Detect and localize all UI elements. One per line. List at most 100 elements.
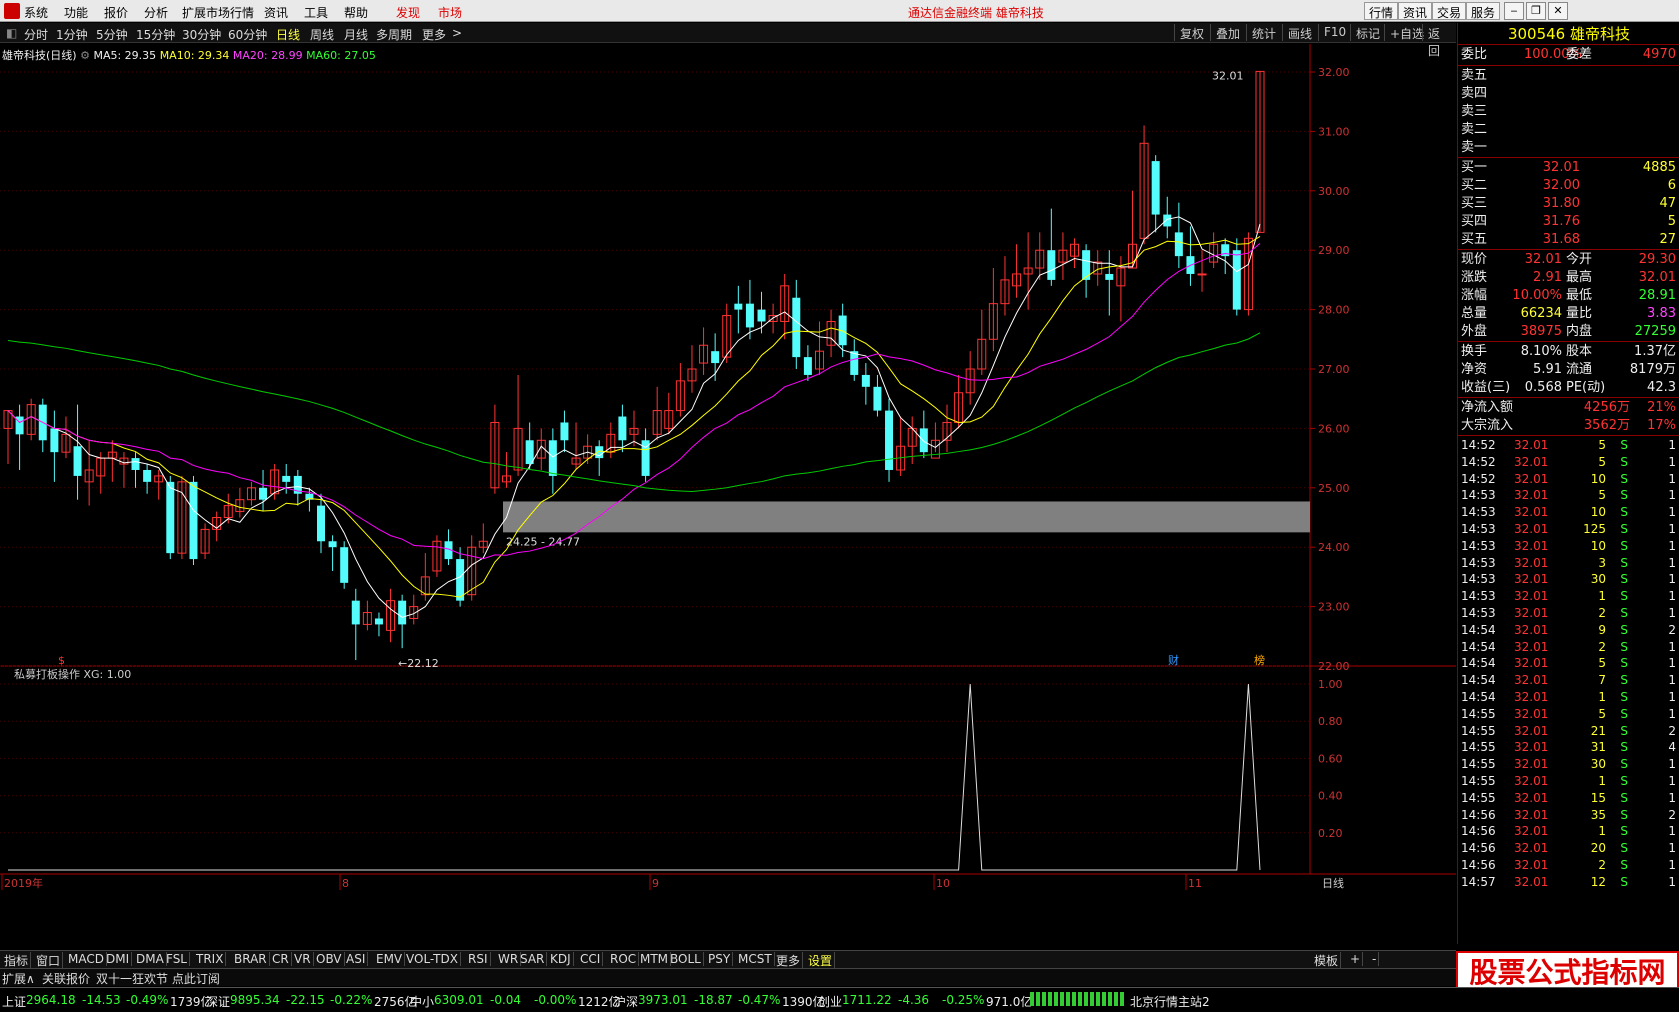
menu-analysis[interactable]: 分析 [144, 4, 168, 21]
promo-link[interactable]: 双十一狂欢节 点此订阅 [96, 970, 220, 987]
tool-mark[interactable]: 标记 [1350, 24, 1385, 41]
stat-row: 外盘 38975 内盘 27259 [1458, 323, 1679, 341]
period-multi[interactable]: 多周期 [376, 26, 412, 43]
stat-value: 8.10% [1520, 344, 1562, 359]
indicator-tab-6[interactable]: TRIX [194, 952, 227, 966]
indicator-tool-1[interactable]: + [1348, 952, 1364, 966]
tool-adjust[interactable]: 复权 [1174, 24, 1209, 41]
buy-volume: 6 [1667, 178, 1676, 193]
tick-side: S [1620, 740, 1628, 755]
menu-function[interactable]: 功能 [64, 4, 88, 21]
extend-toggle[interactable]: 扩展∧ [2, 970, 35, 987]
indicator-tick-label: 0.20 [1318, 827, 1343, 840]
flow-row: 大宗流入 3562万 17% [1458, 417, 1679, 435]
indicator-tab-10[interactable]: OBV [314, 952, 345, 966]
btn-trade[interactable]: 交易 [1432, 2, 1467, 20]
btn-service[interactable]: 服务 [1466, 2, 1501, 20]
tool-back[interactable]: 返回 [1422, 24, 1456, 58]
indicator-tab-19[interactable]: ROC [608, 952, 640, 966]
webi-row: 委比 100.00% 委差 4970 [1458, 46, 1679, 64]
restore-icon[interactable]: ❐ [1526, 2, 1546, 20]
sidebar-toggle-icon[interactable]: ◧ [6, 26, 17, 40]
indicator-tab-17[interactable]: KDJ [548, 952, 574, 966]
btn-quote[interactable]: 行情 [1364, 2, 1399, 20]
chevron-right-icon[interactable]: > [452, 26, 462, 40]
indicator-tab-3[interactable]: DMI [104, 952, 133, 966]
tick-side: S [1620, 690, 1628, 704]
tick-price: 32.01 [1514, 757, 1549, 772]
indicator-tool-0[interactable]: 模板 [1312, 952, 1342, 969]
period-tick[interactable]: 分时 [24, 26, 48, 43]
indicator-tab-0[interactable]: 指标 [2, 952, 32, 969]
menu-tools[interactable]: 工具 [304, 4, 328, 21]
indicator-tab-12[interactable]: EMV [374, 952, 406, 966]
sell-label: 卖五 [1461, 68, 1488, 83]
period-15m[interactable]: 15分钟 [136, 26, 175, 43]
menu-market[interactable]: 市场 [438, 4, 462, 21]
indicator-tab-2[interactable]: MACD [66, 952, 107, 966]
indicator-tab-20[interactable]: MTM [638, 952, 672, 966]
chart-title: 雄帝科技(日线) [2, 49, 77, 62]
chart-area[interactable]: 32.00 31.00 30.00 29.00 28.00 27.00 26.00 25.00… [0, 44, 1456, 944]
close-icon[interactable]: ✕ [1548, 2, 1568, 20]
period-daily[interactable]: 日线 [276, 26, 300, 43]
indicator-tab-9[interactable]: VR [292, 952, 314, 966]
indicator-tab-11[interactable]: ASI [344, 952, 369, 966]
period-more[interactable]: 更多 [422, 26, 446, 43]
tick-side: S [1620, 790, 1628, 805]
tick-volume: 5 [1598, 438, 1606, 452]
tick-count: 1 [1668, 690, 1676, 704]
indicator-tab-1[interactable]: 窗口 [34, 952, 64, 969]
indicator-tab-13[interactable]: VOL-TDX [404, 952, 461, 966]
btn-info[interactable]: 资讯 [1398, 2, 1433, 20]
settings-icon[interactable]: ⚙ [80, 49, 90, 62]
indicator-tool-2[interactable]: - [1370, 952, 1380, 966]
stat-label: 最高 [1566, 270, 1593, 285]
indicator-tab-21[interactable]: BOLL [668, 952, 704, 966]
tool-overlay[interactable]: 叠加 [1210, 24, 1245, 41]
stat-label: 现价 [1461, 252, 1488, 267]
tick-row: 14:54 32.01 5 S 1 [1458, 655, 1679, 672]
tool-draw[interactable]: 画线 [1282, 24, 1317, 41]
period-30m[interactable]: 30分钟 [182, 26, 221, 43]
tick-side: S [1620, 807, 1628, 822]
indicator-tab-24[interactable]: 更多 [774, 952, 804, 969]
indicator-tab-4[interactable]: DMA [134, 952, 167, 966]
tick-side: S [1620, 538, 1628, 553]
indicator-tab-25[interactable]: 设置 [806, 952, 836, 969]
period-weekly[interactable]: 周线 [310, 26, 334, 43]
candle-body [734, 303, 743, 310]
indicator-tab-16[interactable]: SAR [518, 952, 548, 966]
tool-f10[interactable]: F10 [1318, 24, 1351, 41]
indicator-tab-22[interactable]: PSY [706, 952, 734, 966]
related-quote-tab[interactable]: 关联报价 [42, 970, 90, 987]
indicator-tab-23[interactable]: MCST [736, 952, 775, 966]
price-tick-label: 28.00 [1318, 304, 1350, 317]
indicator-tab-5[interactable]: FSL [164, 952, 190, 966]
kline-chart[interactable]: 32.00 31.00 30.00 29.00 28.00 27.00 26.00 25.00… [0, 44, 1456, 949]
buy-price: 31.76 [1542, 214, 1580, 229]
minimize-icon[interactable]: ‒ [1504, 2, 1524, 20]
period-60m[interactable]: 60分钟 [228, 26, 267, 43]
tool-stats[interactable]: 统计 [1246, 24, 1281, 41]
period-5m[interactable]: 5分钟 [96, 26, 128, 43]
server-status[interactable]: 北京行情主站2 [1130, 993, 1210, 1010]
menu-help[interactable]: 帮助 [344, 4, 368, 21]
menu-system[interactable]: 系统 [24, 4, 48, 21]
indicator-tab-7[interactable]: BRAR [232, 952, 270, 966]
tick-count: 4 [1668, 740, 1676, 755]
tick-side: S [1620, 723, 1628, 738]
menu-info[interactable]: 资讯 [264, 4, 288, 21]
index-cy: -4.36 [898, 993, 930, 1007]
period-monthly[interactable]: 月线 [344, 26, 368, 43]
candle-body [166, 481, 175, 554]
indicator-tab-8[interactable]: CR [270, 952, 292, 966]
period-1m[interactable]: 1分钟 [56, 26, 88, 43]
indicator-tab-14[interactable]: RSI [466, 952, 491, 966]
indicator-tab-18[interactable]: CCI [578, 952, 604, 966]
menu-ext-market[interactable]: 扩展市场行情 [182, 4, 254, 21]
tick-price: 32.01 [1514, 572, 1549, 587]
stat-label: 涨幅 [1461, 288, 1488, 303]
menu-discover[interactable]: 发现 [396, 4, 420, 21]
menu-quote[interactable]: 报价 [104, 4, 128, 21]
